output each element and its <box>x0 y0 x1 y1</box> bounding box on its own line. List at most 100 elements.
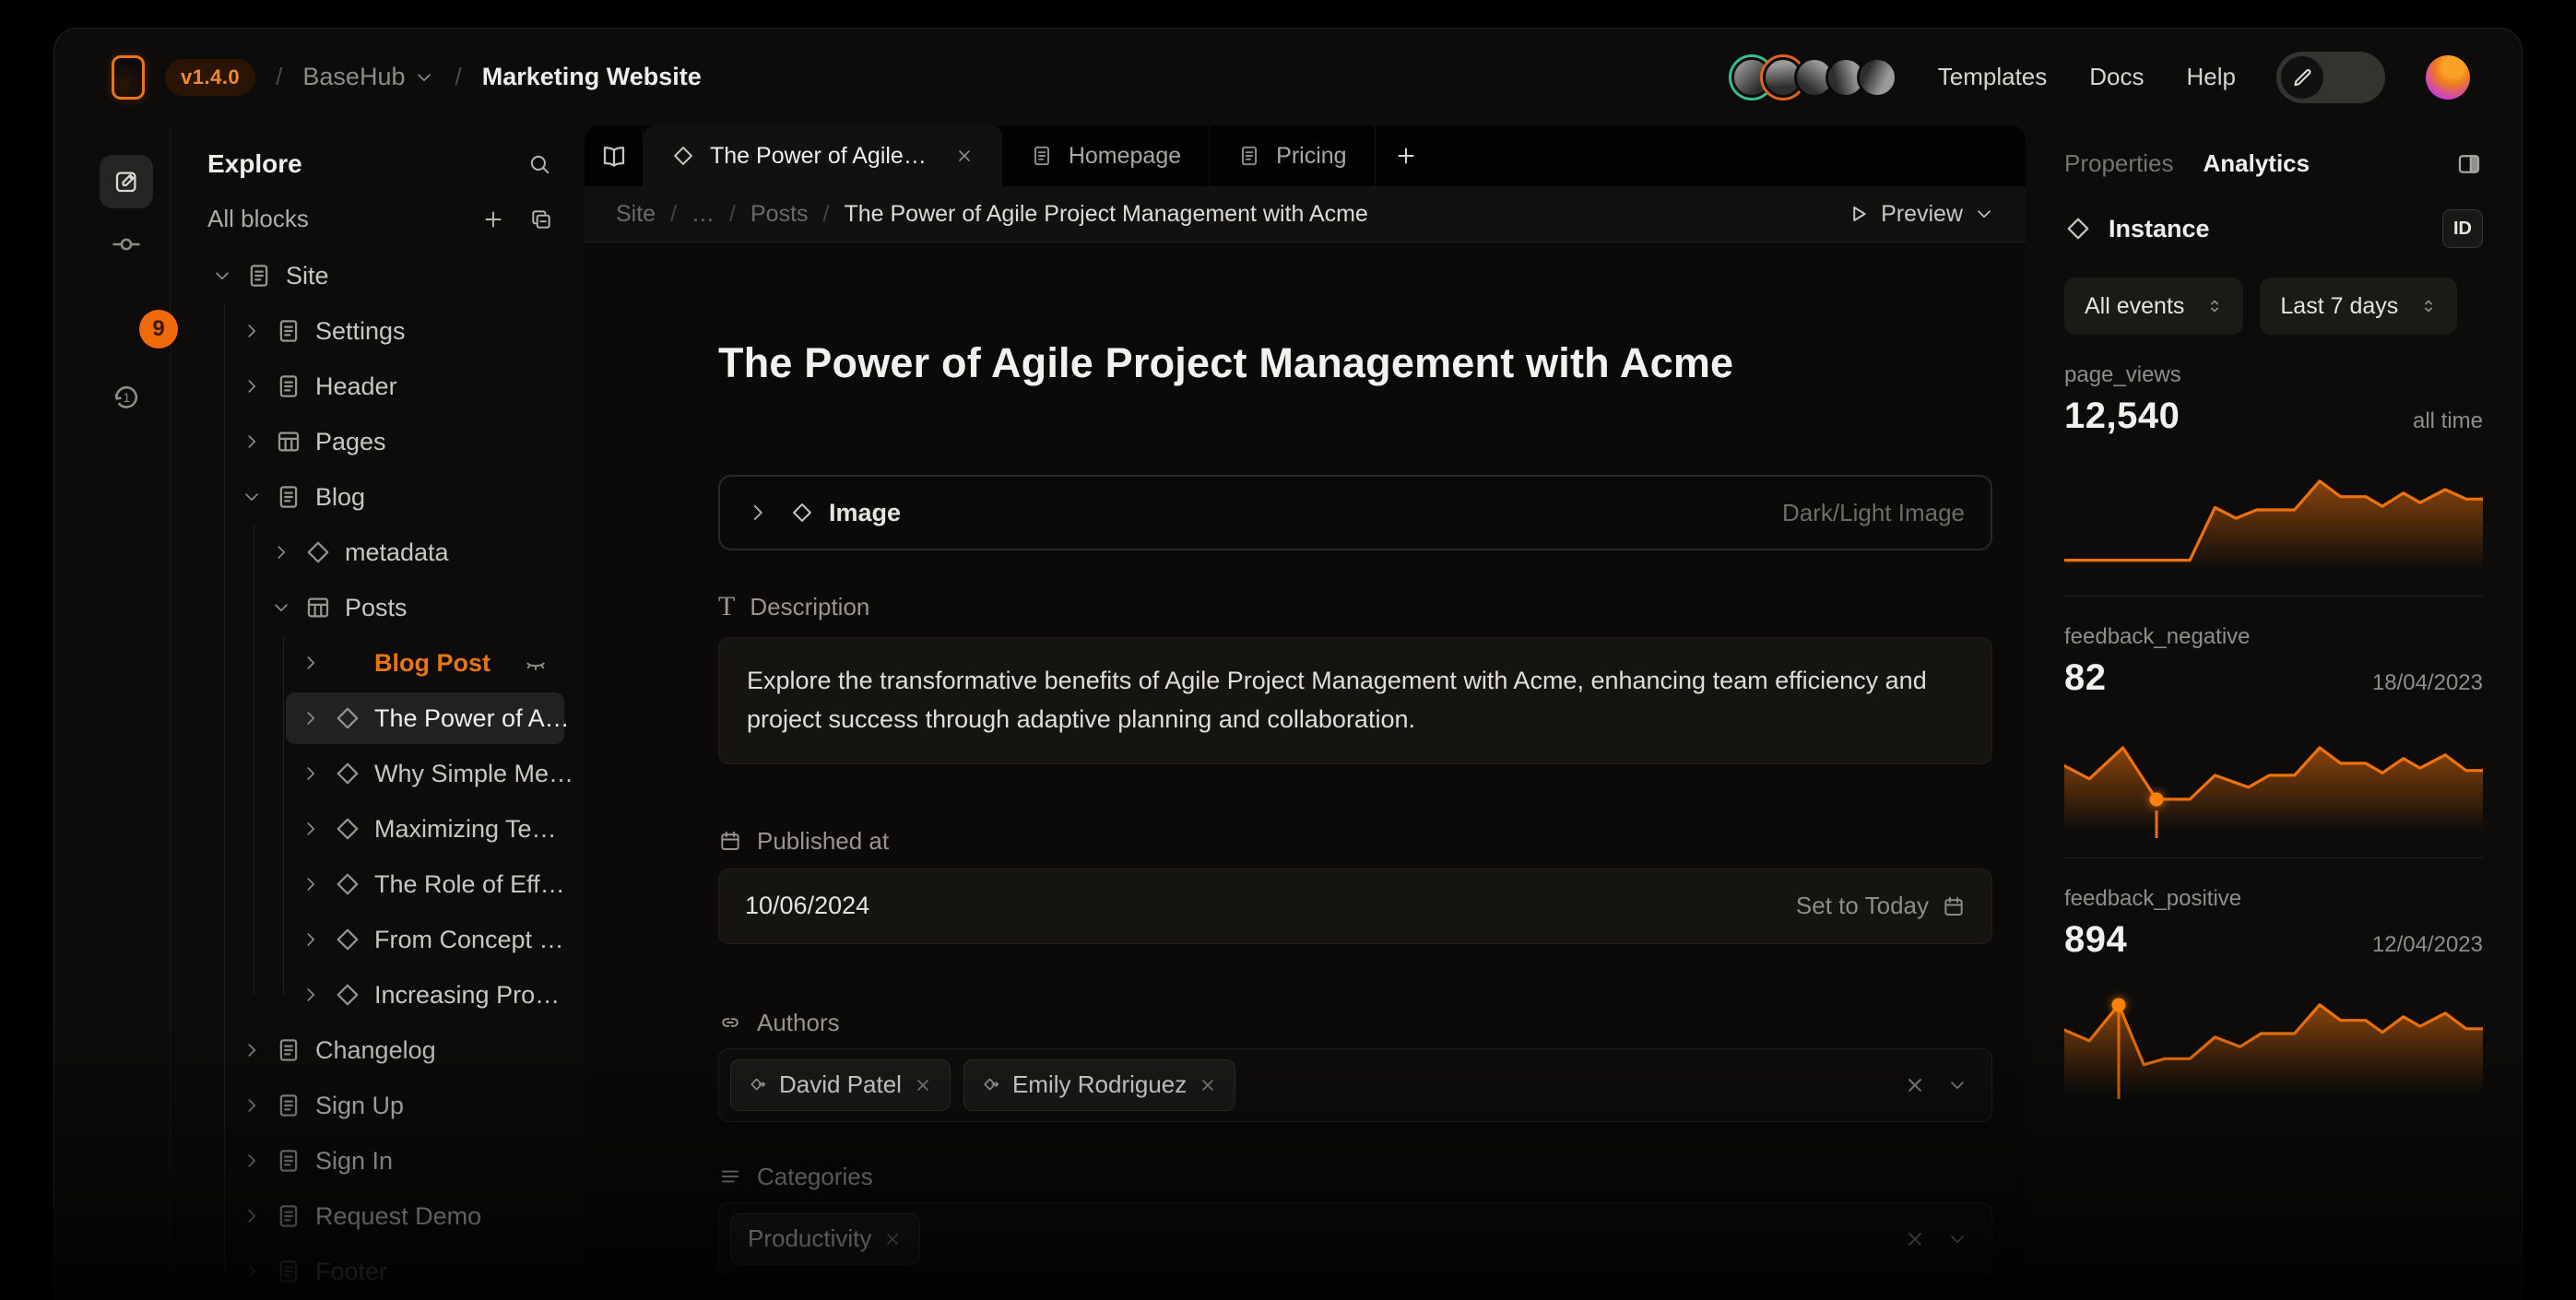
page-title[interactable]: The Power of Agile Project Management wi… <box>718 339 1992 387</box>
topbar-link-templates[interactable]: Templates <box>1938 63 2048 91</box>
tag-label: David Patel <box>779 1070 902 1099</box>
chevron-down-icon <box>414 67 434 88</box>
remove-tag-icon[interactable] <box>1198 1075 1218 1095</box>
history-icon[interactable]: 1 <box>111 382 142 413</box>
tree-item-settings[interactable]: Settings <box>171 303 585 359</box>
tag-emily-rodriguez[interactable]: Emily Rodriguez <box>963 1059 1235 1111</box>
tab-label: The Power of Agile… <box>710 143 927 170</box>
chart-marker-dot <box>2112 998 2126 1011</box>
tab-bar: The Power of Agile… Homepage Pricing <box>585 125 2026 186</box>
categories-input[interactable]: Productivity <box>718 1202 1992 1276</box>
tree-item-blog[interactable]: Blog <box>171 469 585 525</box>
tag-label: Productivity <box>748 1224 871 1253</box>
tree-item-the-role-of-eff[interactable]: The Role of Eff… <box>171 857 585 912</box>
explorer-title: Explore <box>207 149 302 179</box>
topbar-link-help[interactable]: Help <box>2187 63 2236 91</box>
pending-changes-badge[interactable]: 9 <box>139 310 178 349</box>
tree-item-posts[interactable]: Posts <box>171 580 585 635</box>
tree-item-label: The Power of A… <box>374 704 570 733</box>
block-tree: Site SettingsHeaderPagesBlogmetadata Posts… <box>171 248 585 1299</box>
clear-field-icon[interactable] <box>1903 1227 1927 1251</box>
tree-item-site[interactable]: Site <box>171 248 585 303</box>
set-to-today-button[interactable]: Set to Today <box>1796 892 1966 920</box>
tree-item-request-demo[interactable]: Request Demo <box>171 1188 585 1244</box>
clear-field-icon[interactable] <box>1903 1073 1927 1097</box>
tree-item-pages[interactable]: Pages <box>171 414 585 469</box>
filter-select-last-7-days[interactable]: Last 7 days <box>2260 278 2457 335</box>
workspace-name[interactable]: BaseHub <box>302 63 434 91</box>
breadcrumb-current: The Power of Agile Project Management wi… <box>844 201 1367 228</box>
tree-item-the-power-of-a[interactable]: The Power of A… <box>171 691 585 746</box>
tab-the-power-of-agile[interactable]: The Power of Agile… <box>644 125 1002 186</box>
topbar-link-docs[interactable]: Docs <box>2089 63 2144 91</box>
description-input[interactable]: Explore the transformative benefits of A… <box>718 637 1992 764</box>
breadcrumb-segment-posts[interactable]: Posts <box>750 201 809 228</box>
tag-david-patel[interactable]: David Patel <box>730 1059 951 1111</box>
search-icon[interactable] <box>527 152 551 176</box>
tree-item-from-concept[interactable]: From Concept … <box>171 912 585 967</box>
chevron-right-icon <box>242 1151 262 1171</box>
select-arrows-icon <box>2418 296 2439 316</box>
workspace-breadcrumb: v1.4.0 / BaseHub / Marketing Website <box>112 55 702 100</box>
close-icon[interactable] <box>954 146 975 166</box>
breadcrumb-segment-site[interactable]: Site <box>616 201 656 228</box>
chevron-down-icon[interactable] <box>1947 1229 1967 1249</box>
tree-item-footer[interactable]: Footer <box>171 1244 585 1299</box>
tab-homepage[interactable]: Homepage <box>1002 125 1210 186</box>
tag-productivity[interactable]: Productivity <box>730 1213 920 1265</box>
panel-tab-properties[interactable]: Properties <box>2064 149 2174 178</box>
project-name[interactable]: Marketing Website <box>482 63 702 91</box>
tab-pricing[interactable]: Pricing <box>1210 125 1375 186</box>
collaborator-avatars[interactable] <box>1731 57 1897 98</box>
basehub-logo-icon[interactable] <box>112 55 145 100</box>
tree-item-label: Site <box>286 262 329 290</box>
tree-item-metadata[interactable]: metadata <box>171 525 585 580</box>
user-avatar[interactable] <box>2426 55 2470 100</box>
tree-item-label: Sign Up <box>315 1092 404 1120</box>
chevron-right-icon <box>301 763 321 784</box>
filter-select-all-events[interactable]: All events <box>2064 278 2243 335</box>
chevron-right-icon <box>242 1261 262 1282</box>
tree-item-maximizing-te[interactable]: Maximizing Te… <box>171 801 585 857</box>
version-badge[interactable]: v1.4.0 <box>165 59 255 96</box>
explorer-panel: Explore All blocks Site SettingsHeaderPag… <box>170 125 585 1300</box>
tree-item-sign-in[interactable]: Sign In <box>171 1133 585 1188</box>
library-button[interactable] <box>585 125 644 186</box>
metric-caption: 12/04/2023 <box>2372 932 2483 958</box>
tree-item-increasing-pro[interactable]: Increasing Pro… <box>171 967 585 1022</box>
remove-tag-icon[interactable] <box>882 1229 903 1249</box>
tree-item-sign-up[interactable]: Sign Up <box>171 1078 585 1133</box>
published-date-input[interactable]: 10/06/2024 Set to Today <box>718 869 1992 944</box>
copy-id-button[interactable]: ID <box>2442 209 2483 248</box>
edit-mode-toggle[interactable] <box>2276 52 2385 103</box>
chevron-right-icon <box>242 1040 262 1060</box>
metric-caption: 18/04/2023 <box>2372 670 2483 696</box>
chevron-right-icon[interactable] <box>746 501 770 525</box>
add-block-icon[interactable] <box>481 207 505 231</box>
metric-title: page_views <box>2064 362 2483 388</box>
chevron-right-icon <box>242 376 262 396</box>
collapse-all-icon[interactable] <box>529 207 553 231</box>
edit-draft-button[interactable] <box>100 155 153 208</box>
commits-icon[interactable] <box>111 229 142 260</box>
chevron-right-icon <box>242 1206 262 1226</box>
authors-input[interactable]: David Patel Emily Rodriguez <box>718 1048 1992 1122</box>
tree-item-blog-post[interactable]: Blog Post <box>171 635 585 691</box>
breadcrumb-segment-[interactable]: … <box>691 201 715 228</box>
tab-label: Pricing <box>1276 143 1346 170</box>
tree-item-changelog[interactable]: Changelog <box>171 1022 585 1078</box>
metric-title: feedback_negative <box>2064 624 2483 650</box>
all-blocks-label: All blocks <box>207 205 309 233</box>
collaborator-avatar[interactable] <box>1857 57 1897 98</box>
tree-item-why-simple-me[interactable]: Why Simple Me… <box>171 746 585 801</box>
toggle-panel-icon[interactable] <box>2455 150 2483 178</box>
panel-tab-analytics[interactable]: Analytics <box>2204 149 2310 178</box>
tree-item-header[interactable]: Header <box>171 359 585 414</box>
chevron-down-icon[interactable] <box>1947 1075 1967 1095</box>
new-tab-button[interactable] <box>1376 125 1436 186</box>
remove-tag-icon[interactable] <box>913 1075 933 1095</box>
image-block-row[interactable]: Image Dark/Light Image <box>718 475 1992 550</box>
tree-item-label: Posts <box>345 594 408 622</box>
tree-item-label: Why Simple Me… <box>374 760 573 788</box>
preview-button[interactable]: Preview <box>1846 201 1994 228</box>
